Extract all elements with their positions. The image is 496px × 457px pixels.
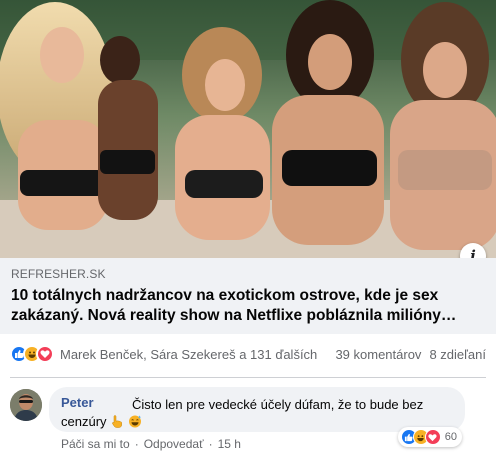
like-comment-button[interactable]: Páči sa mi to — [61, 437, 130, 451]
comment-reactions[interactable]: 60 — [397, 427, 462, 447]
pointing-hand-icon — [112, 415, 123, 428]
avatar[interactable] — [10, 389, 42, 421]
comment-timestamp[interactable]: 15 h — [218, 437, 241, 451]
reaction-names[interactable]: Marek Benček, Sára Szekereš a 131 ďalšíc… — [60, 347, 335, 362]
comment-bubble: Peter Čisto len pre vedecké účely dúfam,… — [49, 387, 465, 432]
comment-count[interactable]: 39 komentárov — [335, 347, 421, 362]
comment-actions: Páči sa mi to · Odpovedať · 15 h — [61, 437, 241, 451]
beach-photo — [0, 0, 496, 258]
share-count[interactable]: 8 zdieľaní — [429, 347, 486, 362]
comment-text-line2: cenzúry — [61, 412, 142, 431]
reaction-icons[interactable] — [10, 345, 54, 363]
link-domain: REFRESHER.SK — [11, 267, 106, 281]
post-link-image[interactable]: i — [0, 0, 496, 258]
love-icon — [36, 345, 54, 363]
link-preview[interactable]: REFRESHER.SK 10 totálnych nadržancov na … — [0, 258, 496, 334]
post-stats: Marek Benček, Sára Szekereš a 131 ďalšíc… — [0, 342, 496, 366]
comment-reaction-count: 60 — [444, 431, 457, 443]
comment-author[interactable]: Peter — [61, 395, 94, 410]
love-icon — [424, 429, 441, 445]
separator: · — [208, 437, 213, 451]
comment-text-line2-text: cenzúry — [61, 414, 107, 429]
comment-text-line1: Čisto len pre vedecké účely dúfam, že to… — [132, 397, 424, 412]
link-headline[interactable]: 10 totálnych nadržancov na exotickom ost… — [11, 286, 486, 326]
separator: · — [134, 437, 139, 451]
reply-button[interactable]: Odpovedať — [144, 437, 204, 451]
grinning-sweat-icon — [128, 415, 141, 428]
divider — [10, 377, 486, 378]
